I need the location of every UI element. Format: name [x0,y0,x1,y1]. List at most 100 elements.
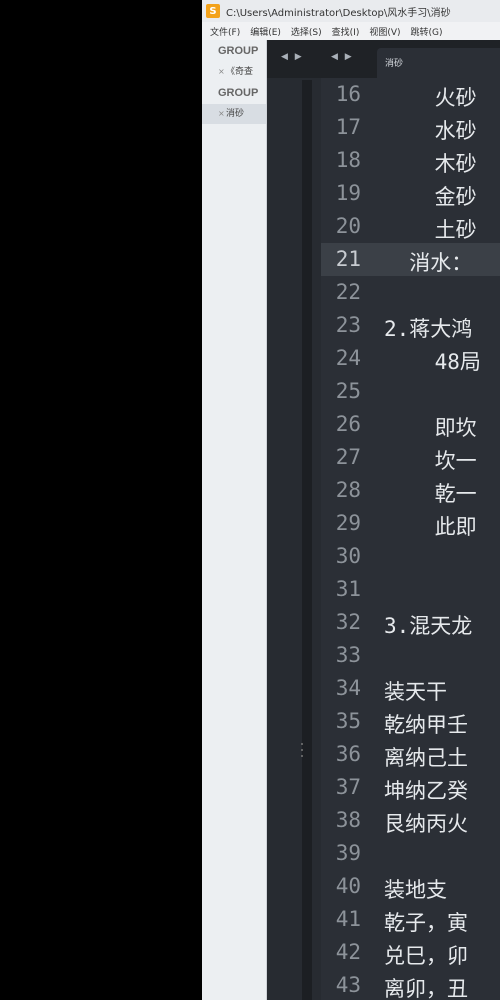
code-line[interactable]: 38 艮纳丙火 [321,804,500,837]
close-icon[interactable]: × [218,62,225,82]
code-text[interactable]: 乾子，寅 [384,907,468,937]
code-line[interactable]: 19 金砂 [321,177,500,210]
code-text[interactable]: 乾一 [384,478,477,508]
tab-nav-arrows-icon[interactable]: ◀ ▶ [331,52,354,62]
code-line[interactable]: 35 乾纳甲壬 [321,705,500,738]
code-line[interactable]: 36 离纳己土 [321,738,500,771]
line-number: 40 [335,874,361,898]
window-title: C:\Users\Administrator\Desktop\风水手习\消砂 [226,7,451,19]
line-number: 21 [335,247,361,271]
code-text[interactable]: 坎一 [384,445,477,475]
code-line[interactable]: 22 [321,276,500,309]
line-number: 39 [335,841,361,865]
group-label: GROUP [218,45,259,57]
line-number: 31 [335,577,361,601]
code-line[interactable]: 16 火砂 [321,78,500,111]
code-text[interactable]: 48局 [384,346,481,376]
sidebar-file-name: 《奇查 [226,67,254,77]
code-text[interactable]: 土砂 [384,214,477,244]
code-text[interactable]: 装天干 [384,676,447,706]
code-text[interactable]: 2.蒋大鸿 [384,313,472,343]
code-editor[interactable]: 16 火砂 17 水砂 18 木砂 19 金砂 20 土砂 21 消水： 22 23 2.蒋大鸿… [321,78,500,1000]
code-line[interactable]: 41 乾子，寅 [321,903,500,936]
menu-selection[interactable]: 选择(S) [291,25,322,38]
line-number: 41 [335,907,361,931]
close-icon[interactable]: × [218,104,225,124]
line-number: 24 [335,346,361,370]
line-number: 36 [335,742,361,766]
code-line[interactable]: 26 即坎 [321,408,500,441]
menu-view[interactable]: 视图(V) [369,25,400,38]
code-line[interactable]: 30 [321,540,500,573]
code-text[interactable]: 金砂 [384,181,477,211]
code-line[interactable]: 29 此即 [321,507,500,540]
code-line[interactable]: 21 消水： [321,243,500,276]
line-number: 33 [335,643,361,667]
code-line[interactable]: 28 乾一 [321,474,500,507]
code-line[interactable]: 34 装天干 [321,672,500,705]
sublime-app-icon: S [206,4,220,18]
line-number: 25 [335,379,361,403]
menu-goto[interactable]: 跳转(G) [411,25,443,38]
line-number: 19 [335,181,361,205]
code-text[interactable]: 此即 [384,511,477,541]
line-number: 38 [335,808,361,832]
sidebar-file-item-active[interactable]: ×消砂 [202,104,266,124]
code-line[interactable]: 43 离卯，丑 [321,969,500,1000]
line-number: 22 [335,280,361,304]
sidebar-file-name: 消砂 [226,109,245,119]
title-bar: S C:\Users\Administrator\Desktop\风水手习\消砂 [202,0,500,22]
code-line[interactable]: 25 [321,375,500,408]
line-number: 20 [335,214,361,238]
pane-divider-grip-icon[interactable] [300,740,304,764]
code-line[interactable]: 27 坎一 [321,441,500,474]
tab-active[interactable]: 消砂 [377,48,500,78]
code-line[interactable]: 33 [321,639,500,672]
line-number: 16 [335,82,361,106]
code-line[interactable]: 32 3.混天龙 [321,606,500,639]
code-line[interactable]: 37 坤纳乙癸 [321,771,500,804]
tab-nav-arrows-icon[interactable]: ◀ ▶ [281,52,304,62]
line-number: 26 [335,412,361,436]
code-text[interactable]: 装地支 [384,874,447,904]
code-text[interactable]: 3.混天龙 [384,610,472,640]
code-text[interactable]: 离卯，丑 [384,973,468,1000]
menu-file[interactable]: 文件(F) [210,25,240,38]
line-number: 42 [335,940,361,964]
code-text[interactable]: 消水： [384,247,472,277]
code-text[interactable]: 离纳己土 [384,742,468,772]
code-text[interactable]: 即坎 [384,412,477,442]
line-number: 30 [335,544,361,568]
menu-edit[interactable]: 编辑(E) [250,25,281,38]
menu-find[interactable]: 查找(I) [332,25,360,38]
code-line[interactable]: 24 48局 [321,342,500,375]
tab-label: 消砂 [385,59,404,69]
code-line[interactable]: 31 [321,573,500,606]
code-text[interactable]: 火砂 [384,82,477,112]
code-text[interactable]: 乾纳甲壬 [384,709,468,739]
left-pane-gutter [267,40,322,1000]
code-text[interactable]: 兑巳，卯 [384,940,468,970]
code-line[interactable]: 23 2.蒋大鸿 [321,309,500,342]
line-number: 34 [335,676,361,700]
code-text[interactable]: 艮纳丙火 [384,808,468,838]
line-number: 32 [335,610,361,634]
code-text[interactable]: 木砂 [384,148,477,178]
line-number: 28 [335,478,361,502]
code-line[interactable]: 42 兑巳，卯 [321,936,500,969]
code-line[interactable]: 20 土砂 [321,210,500,243]
code-line[interactable]: 40 装地支 [321,870,500,903]
sidebar-file-item[interactable]: ×《奇查 [202,62,266,82]
code-text[interactable]: 水砂 [384,115,477,145]
code-text[interactable]: 坤纳乙癸 [384,775,468,805]
menu-bar: 文件(F) 编辑(E) 选择(S) 查找(I) 视图(V) 跳转(G) [202,22,500,40]
code-line[interactable]: 39 [321,837,500,870]
code-line[interactable]: 17 水砂 [321,111,500,144]
tab-bar: ◀ ▶ ◀ ▶ 消砂 [267,40,500,78]
line-number: 23 [335,313,361,337]
left-pane-scrollbar[interactable] [302,80,312,1000]
code-line[interactable]: 18 木砂 [321,144,500,177]
line-number: 35 [335,709,361,733]
sidebar: GROUP ×《奇查 GROUP ×消砂 [202,40,267,1000]
line-number: 27 [335,445,361,469]
